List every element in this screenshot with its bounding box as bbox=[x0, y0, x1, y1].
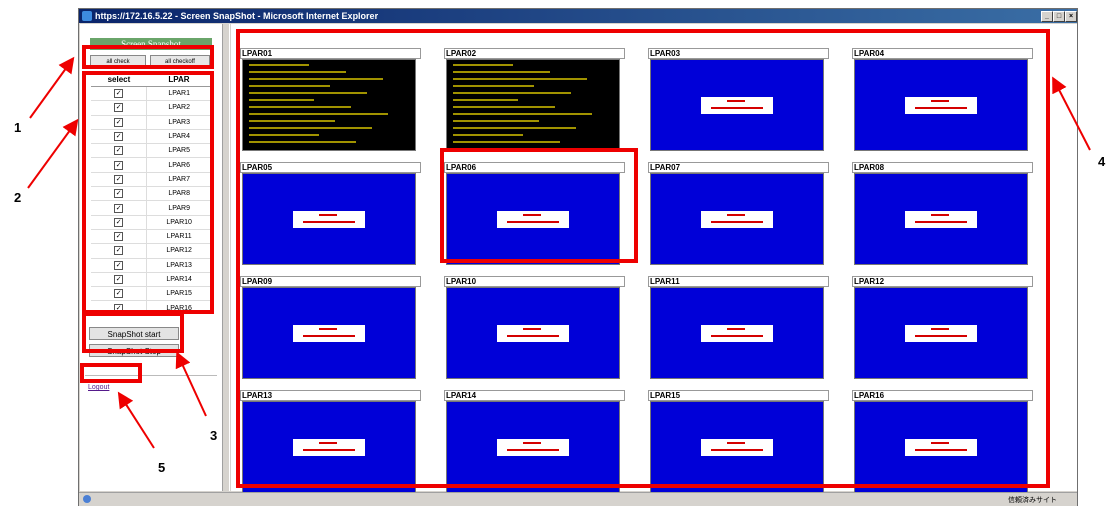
callout-arrows bbox=[27, 56, 1091, 449]
arrow-5 bbox=[117, 391, 155, 449]
callout-4: 4 bbox=[1098, 154, 1106, 169]
arrow-4 bbox=[1052, 76, 1091, 151]
arrow-1 bbox=[29, 56, 75, 119]
callout-2: 2 bbox=[14, 190, 22, 205]
callout-3: 3 bbox=[210, 428, 218, 443]
callout-5: 5 bbox=[158, 460, 166, 475]
arrow-3 bbox=[175, 351, 207, 417]
callout-1: 1 bbox=[14, 120, 22, 135]
arrow-2 bbox=[27, 118, 79, 189]
